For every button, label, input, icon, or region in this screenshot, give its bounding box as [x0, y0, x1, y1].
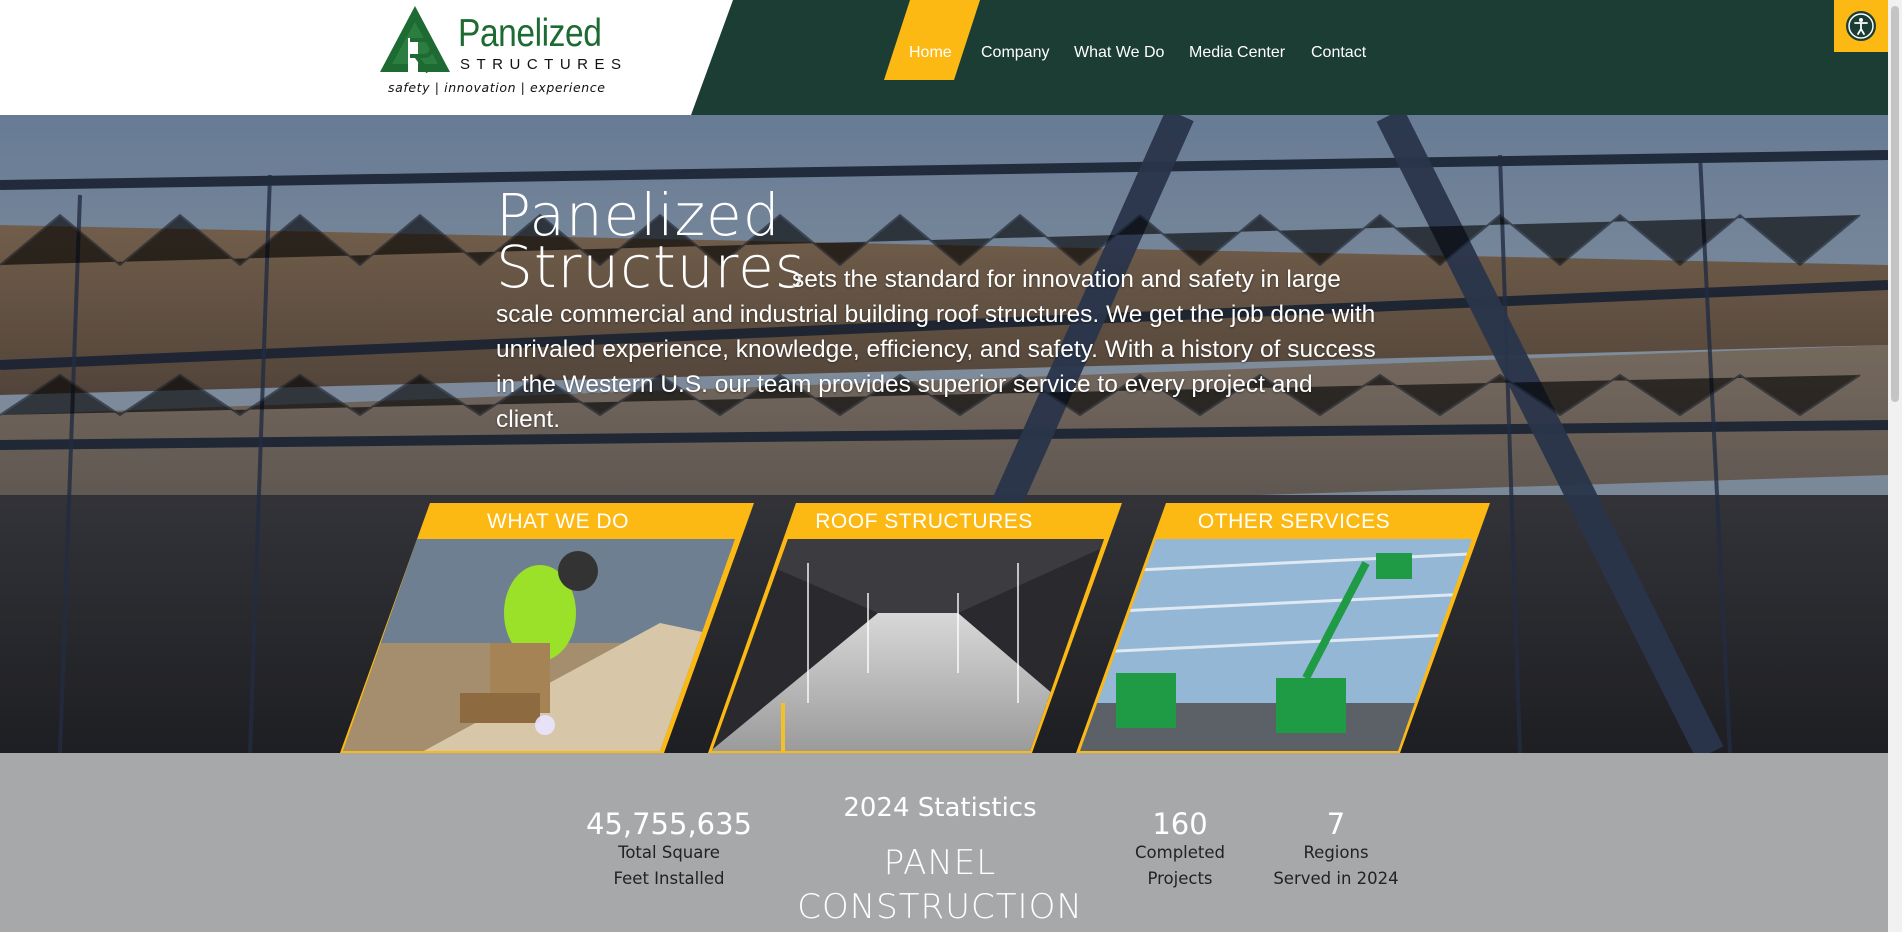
accessibility-icon	[1846, 11, 1876, 41]
card-label: ROOF STRUCTURES	[815, 510, 1033, 533]
scrollbar-thumb[interactable]	[1891, 6, 1899, 402]
card-image-warehouse	[712, 539, 1104, 751]
nav-item-home[interactable]: Home	[909, 44, 952, 62]
nav-item-media-center[interactable]: Media Center	[1189, 44, 1285, 62]
stat-regions: 7 Regions Served in 2024	[1266, 808, 1406, 892]
card-image-lift-equipment	[1080, 539, 1472, 751]
hero-section: Panelized Structures sets the standard f…	[0, 115, 1888, 753]
stats-subheading: PANEL CONSTRUCTION	[790, 841, 1090, 929]
card-what-we-do[interactable]: WHAT WE DO	[340, 503, 754, 753]
page-scrollbar[interactable]	[1888, 0, 1902, 932]
stat-label-line-2: Served in 2024	[1273, 869, 1399, 888]
stats-subheading-line-1: PANEL	[883, 843, 997, 883]
logo-subword: STRUCTURES	[460, 56, 628, 73]
stats-heading: 2024 Statistics	[843, 793, 1037, 823]
stat-label-line-1: Regions	[1303, 843, 1369, 862]
stat-square-feet: 45,755,635 Total Square Feet Installed	[569, 808, 769, 892]
card-roof-structures[interactable]: ROOF STRUCTURES	[708, 503, 1122, 753]
logo-tagline: safety | innovation | experience	[388, 80, 606, 95]
logo-wordmark: Panelized	[458, 12, 602, 55]
stat-label-line-2: Projects	[1147, 869, 1213, 888]
nav-item-contact[interactable]: Contact	[1311, 44, 1366, 62]
stat-number: 7	[1326, 807, 1346, 841]
stat-number: 45,755,635	[585, 807, 753, 841]
card-label: WHAT WE DO	[487, 510, 629, 533]
hero-description: sets the standard for innovation and saf…	[496, 266, 1376, 433]
card-label: OTHER SERVICES	[1197, 510, 1391, 533]
site-logo[interactable]: Panelized STRUCTURES safety | innovation…	[370, 4, 621, 100]
stats-subheading-line-2: CONSTRUCTION	[797, 887, 1083, 927]
nav-item-what-we-do[interactable]: What We Do	[1074, 44, 1164, 62]
logo-tree-icon	[380, 6, 450, 74]
stat-label-line-2: Feet Installed	[613, 869, 725, 888]
stat-number: 160	[1152, 807, 1208, 841]
stat-label-line-1: Total Square	[618, 843, 720, 862]
accessibility-button[interactable]	[1834, 0, 1888, 52]
card-other-services[interactable]: OTHER SERVICES	[1076, 503, 1490, 753]
card-image-welder	[343, 539, 735, 751]
stat-completed-projects: 160 Completed Projects	[1110, 808, 1250, 892]
statistics-section: 45,755,635 Total Square Feet Installed 2…	[0, 753, 1888, 932]
stat-label-line-1: Completed	[1135, 843, 1225, 862]
site-header: Panelized STRUCTURES safety | innovation…	[0, 0, 1888, 115]
nav-item-company[interactable]: Company	[981, 44, 1049, 62]
